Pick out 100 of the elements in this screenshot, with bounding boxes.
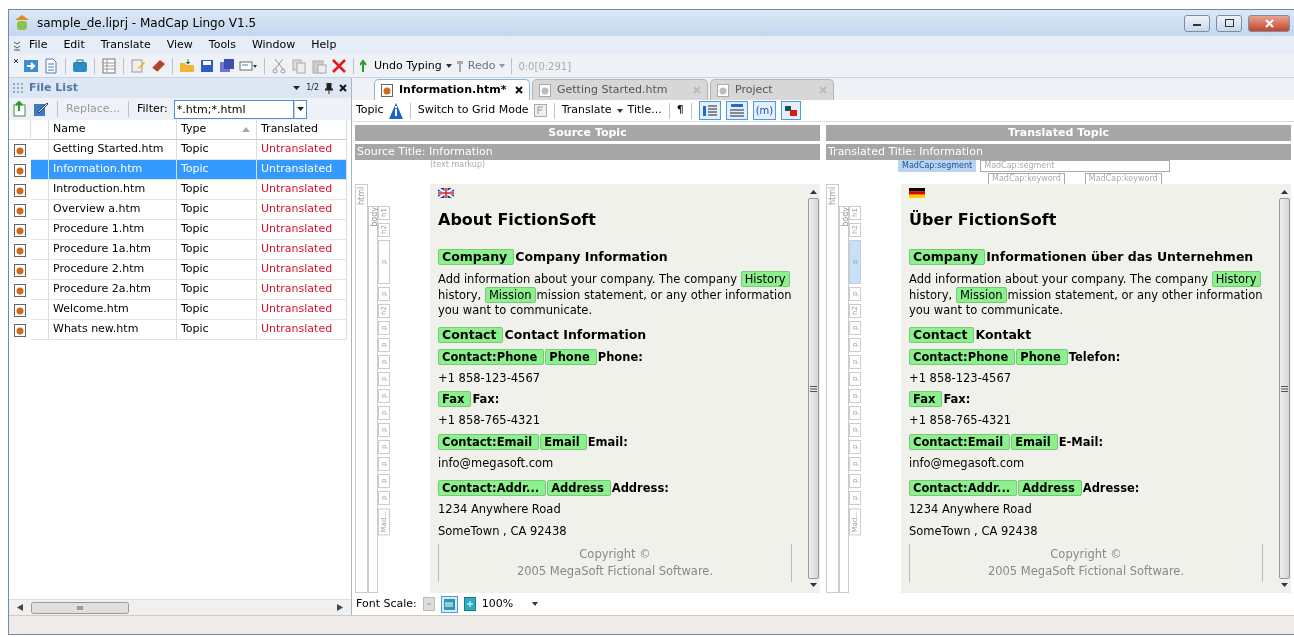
file-name[interactable]: Overview a.htm — [49, 200, 177, 220]
translate-button[interactable]: Translate — [561, 102, 612, 119]
minimize-button[interactable] — [1184, 14, 1210, 32]
save-icon[interactable] — [199, 58, 215, 74]
document-icon[interactable] — [43, 58, 59, 74]
briefcase-icon[interactable] — [72, 58, 88, 74]
scroll-up-icon[interactable] — [1280, 190, 1288, 194]
field-label: Address: — [611, 481, 669, 495]
topic-button[interactable]: Topic — [356, 102, 384, 119]
segment-tag[interactable]: Contact:Email — [909, 433, 1011, 450]
column-header[interactable]: Translated — [257, 120, 347, 140]
export-icon[interactable] — [13, 101, 27, 117]
segment-tag[interactable]: History — [740, 270, 790, 287]
menu-item[interactable]: Translate — [92, 37, 159, 54]
reset-scale-icon[interactable] — [440, 595, 458, 613]
segment-tag[interactable]: Contact — [909, 326, 975, 343]
document-tab[interactable]: Getting Started.htm — [532, 79, 708, 100]
maximize-button[interactable] — [1216, 14, 1242, 32]
filter-field[interactable]: *.htm;*.html — [173, 99, 294, 119]
segment-tag[interactable]: Contact:Phone — [909, 348, 1016, 365]
scrollbar-thumb[interactable] — [807, 198, 819, 579]
scrollbar-thumb[interactable] — [31, 601, 129, 614]
menu-item[interactable]: Tools — [200, 37, 244, 54]
caret-icon[interactable] — [293, 86, 301, 90]
sort-icon[interactable] — [242, 127, 250, 132]
segment-tag[interactable]: Phone — [1016, 348, 1068, 365]
paragraph: Add information about your company. The company History history, Mission mission statement, or any other information you want to communicate. — [438, 270, 792, 318]
save-all-icon[interactable] — [219, 58, 235, 74]
segment-tag[interactable]: Email — [540, 433, 587, 450]
pin-icon[interactable] — [325, 82, 333, 94]
file-name[interactable]: Whats new.htm — [49, 320, 177, 340]
edit-icon[interactable] — [33, 101, 49, 117]
title-button[interactable]: Title... — [627, 102, 662, 119]
segment-tag[interactable]: Fax — [438, 391, 472, 407]
file-name[interactable]: Procedure 1.htm — [49, 220, 177, 240]
segment-tag[interactable]: Company — [909, 249, 986, 265]
menu-item[interactable]: File — [21, 37, 56, 54]
redo-button[interactable]: Redo — [467, 57, 496, 75]
caret-icon[interactable] — [616, 108, 623, 113]
document-tab[interactable]: Project — [710, 79, 834, 100]
pilcrow-button[interactable]: ¶ — [676, 102, 684, 119]
segment-tag[interactable]: Mission — [484, 286, 536, 303]
segment-tag[interactable]: Contact:Addr... — [909, 480, 1018, 496]
column-header[interactable]: Name — [49, 120, 177, 140]
scroll-right-icon[interactable] — [337, 604, 343, 611]
markup-toggle[interactable]: (m) — [752, 101, 777, 120]
font-icon[interactable] — [533, 104, 547, 117]
segment-tag[interactable]: Contact — [438, 326, 504, 343]
undo-button[interactable]: Undo Typing — [374, 57, 442, 75]
scrollbar-thumb[interactable] — [1278, 198, 1290, 579]
segment-tag[interactable]: Company — [438, 249, 515, 265]
undo-icon[interactable] — [360, 59, 370, 73]
document-tab[interactable]: Information.htm* — [374, 79, 530, 100]
minus-button-icon[interactable] — [422, 597, 435, 611]
file-name[interactable]: Procedure 2.htm — [49, 260, 177, 280]
file-name[interactable]: Procedure 2a.htm — [49, 280, 177, 300]
close-button[interactable] — [1248, 14, 1290, 32]
copy-icon[interactable] — [291, 58, 307, 74]
segment-tag[interactable]: Email — [1011, 433, 1058, 450]
text-line: +1 858-123-4567 — [438, 369, 542, 387]
scroll-up-icon[interactable] — [809, 190, 817, 194]
file-name[interactable]: Introduction.htm — [49, 180, 177, 200]
menu-item[interactable]: Window — [243, 37, 304, 54]
segment-tag[interactable]: Address — [547, 480, 611, 496]
scroll-down-icon[interactable] — [1280, 583, 1288, 587]
color-toggle[interactable] — [781, 101, 802, 120]
zoom-dropdown[interactable]: 100% — [481, 595, 538, 613]
column-header[interactable]: Type — [177, 120, 257, 140]
segment-tag[interactable]: Mission — [955, 286, 1007, 303]
caret-icon[interactable] — [445, 64, 452, 68]
close-icon[interactable] — [515, 86, 523, 94]
info-icon[interactable] — [388, 102, 403, 119]
cut-icon[interactable] — [271, 58, 287, 74]
row-selector[interactable] — [31, 160, 49, 180]
grid-icon[interactable] — [101, 58, 117, 74]
segment-tag[interactable]: Fax — [909, 391, 943, 407]
plus-button-icon[interactable] — [463, 597, 476, 611]
file-type: Topic — [177, 280, 257, 300]
segment-tag[interactable]: Contact:Phone — [438, 348, 545, 365]
card-dropdown-icon[interactable] — [239, 58, 258, 74]
segment-tag[interactable]: History — [1211, 270, 1261, 287]
segment-tag[interactable]: Address — [1018, 480, 1082, 496]
file-type: Topic — [177, 320, 257, 340]
segment-tag[interactable]: Contact:Email — [438, 433, 540, 450]
structure-bar-button[interactable] — [698, 101, 721, 120]
scroll-left-icon[interactable] — [17, 604, 23, 611]
file-name[interactable]: Welcome.htm — [49, 300, 177, 320]
segment-tag[interactable]: Phone — [545, 348, 597, 365]
delete-icon[interactable] — [331, 58, 347, 74]
menu-item[interactable]: Edit — [55, 37, 93, 54]
folder-icon[interactable] — [179, 58, 195, 74]
menu-item[interactable]: View — [158, 37, 201, 54]
menu-item[interactable]: Help — [303, 37, 345, 54]
segment-tag[interactable]: Contact:Addr... — [438, 480, 547, 496]
file-name[interactable]: Procedure 1a.htm — [49, 240, 177, 260]
markup-tag[interactable]: MadCap:segment — [898, 160, 977, 172]
close-icon[interactable] — [339, 84, 347, 92]
markup-bar-button[interactable] — [725, 101, 748, 120]
grid-mode-button[interactable]: Switch to Grid Mode — [417, 102, 529, 119]
scroll-down-icon[interactable] — [809, 583, 817, 587]
